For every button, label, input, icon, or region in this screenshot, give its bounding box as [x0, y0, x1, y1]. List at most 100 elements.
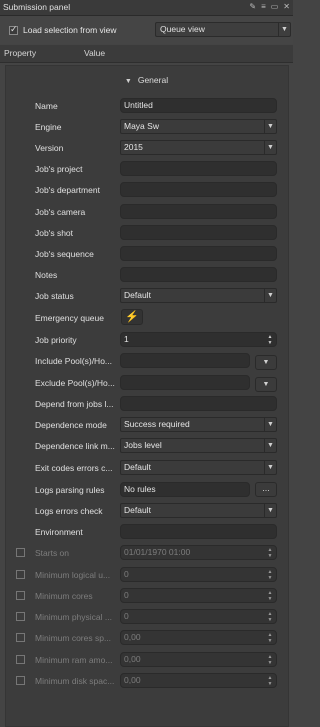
exit-codes-value: Default	[124, 462, 151, 472]
chevron-down-icon: ▼	[264, 439, 276, 452]
row-jobs-project: Job's project	[0, 160, 293, 178]
view-select[interactable]: Queue view ▼	[155, 22, 291, 37]
min-cores-speed-stepper[interactable]: 0,00 ▲ ▼	[120, 630, 277, 645]
min-cores-stepper[interactable]: 0 ▲ ▼	[120, 588, 277, 603]
panel-title: Submission panel	[3, 2, 71, 12]
exclude-pools-input[interactable]	[120, 375, 250, 390]
logs-parsing-label: Logs parsing rules	[35, 485, 105, 495]
row-dependence-mode: Dependence mode Success required ▼	[0, 416, 293, 434]
min-logical-label: Minimum logical u...	[35, 570, 111, 580]
chevron-down-icon: ▼	[264, 461, 276, 474]
spinner-arrows-icon[interactable]: ▲ ▼	[266, 632, 274, 644]
load-selection-label: Load selection from view	[23, 25, 117, 35]
jobs-department-input[interactable]	[120, 182, 277, 197]
depend-from-jobs-input[interactable]	[120, 396, 277, 411]
load-selection-checkbox[interactable]	[9, 24, 18, 35]
jobs-project-label: Job's project	[35, 164, 83, 174]
view-select-value: Queue view	[160, 24, 205, 34]
include-pools-input[interactable]	[120, 353, 250, 368]
logs-errors-select[interactable]: Default ▼	[120, 503, 277, 518]
include-pools-dropdown[interactable]: ▼	[255, 355, 277, 370]
version-value: 2015	[124, 142, 143, 152]
spinner-arrows-icon[interactable]: ▲ ▼	[266, 611, 274, 623]
window-icon[interactable]: ▭	[271, 2, 279, 11]
job-status-value: Default	[124, 290, 151, 300]
column-property[interactable]: Property	[4, 48, 36, 58]
job-priority-stepper[interactable]: 1 ▲ ▼	[120, 332, 277, 347]
min-physical-stepper[interactable]: 0 ▲ ▼	[120, 609, 277, 624]
dependence-link-select[interactable]: Jobs level ▼	[120, 438, 277, 453]
chevron-down-icon: ▼	[262, 359, 270, 366]
exclude-pools-label: Exclude Pool(s)/Ho...	[35, 378, 115, 388]
starts-on-value: 01/01/1970 01:00	[124, 547, 191, 557]
logs-parsing-browse-button[interactable]: ...	[255, 482, 277, 497]
min-cores-value: 0	[124, 590, 129, 600]
spinner-arrows-icon[interactable]: ▲ ▼	[266, 675, 274, 687]
min-ram-checkbox[interactable]	[16, 655, 25, 664]
min-logical-checkbox[interactable]	[16, 570, 25, 579]
dependence-mode-select[interactable]: Success required ▼	[120, 417, 277, 432]
min-physical-value: 0	[124, 611, 129, 621]
row-exit-codes: Exit codes errors c... Default ▼	[0, 459, 293, 477]
engine-value: Maya Sw	[124, 121, 159, 131]
version-select[interactable]: 2015 ▼	[120, 140, 277, 155]
starts-on-checkbox[interactable]	[16, 548, 25, 557]
jobs-project-input[interactable]	[120, 161, 277, 176]
jobs-sequence-input[interactable]	[120, 246, 277, 261]
exit-codes-select[interactable]: Default ▼	[120, 460, 277, 475]
dependence-link-label: Dependence link m...	[35, 441, 115, 451]
row-job-status: Job status Default ▼	[0, 287, 293, 305]
section-general[interactable]: ▼ General	[0, 75, 293, 85]
min-physical-checkbox[interactable]	[16, 612, 25, 621]
min-cores-speed-checkbox[interactable]	[16, 633, 25, 642]
row-engine: Engine Maya Sw ▼	[0, 118, 293, 136]
dependence-mode-label: Dependence mode	[35, 420, 107, 430]
close-icon[interactable]: ✕	[283, 2, 290, 11]
engine-label: Engine	[35, 122, 62, 132]
notes-input[interactable]	[120, 267, 277, 282]
name-input[interactable]: Untitled	[120, 98, 277, 113]
lightning-icon[interactable]: ⚡	[121, 309, 143, 325]
min-disk-checkbox[interactable]	[16, 676, 25, 685]
pin-icon[interactable]: ✎	[249, 2, 256, 11]
emergency-queue-label: Emergency queue	[35, 313, 104, 323]
spinner-arrows-icon[interactable]: ▲ ▼	[266, 569, 274, 581]
environment-input[interactable]	[120, 524, 277, 539]
version-label: Version	[35, 143, 64, 153]
min-disk-stepper[interactable]: 0,00 ▲ ▼	[120, 673, 277, 688]
engine-select[interactable]: Maya Sw ▼	[120, 119, 277, 134]
spinner-arrows-icon[interactable]: ▲ ▼	[266, 547, 274, 559]
spinner-arrows-icon[interactable]: ▲ ▼	[266, 590, 274, 602]
row-min-disk: Minimum disk spac... 0,00 ▲ ▼	[0, 672, 293, 690]
spinner-arrows-icon[interactable]: ▲ ▼	[266, 654, 274, 666]
row-include-pools: Include Pool(s)/Ho... ▼	[0, 352, 293, 370]
min-ram-label: Minimum ram amo...	[35, 655, 113, 665]
row-version: Version 2015 ▼	[0, 139, 293, 157]
starts-on-datetime[interactable]: 01/01/1970 01:00 ▲ ▼	[120, 545, 277, 560]
min-cores-checkbox[interactable]	[16, 591, 25, 600]
job-priority-value: 1	[124, 334, 129, 344]
row-depend-from-jobs: Depend from jobs l...	[0, 395, 293, 413]
chevron-down-icon: ▼	[278, 23, 290, 36]
job-status-select[interactable]: Default ▼	[120, 288, 277, 303]
row-min-cores: Minimum cores 0 ▲ ▼	[0, 587, 293, 605]
menu-icon[interactable]: ≡	[261, 2, 266, 11]
min-logical-stepper[interactable]: 0 ▲ ▼	[120, 567, 277, 582]
spinner-arrows-icon[interactable]: ▲ ▼	[266, 334, 274, 346]
job-status-label: Job status	[35, 291, 74, 301]
logs-parsing-input[interactable]: No rules	[120, 482, 250, 497]
dependence-mode-value: Success required	[124, 419, 190, 429]
row-notes: Notes	[0, 266, 293, 284]
column-value[interactable]: Value	[84, 48, 105, 58]
collapse-triangle-icon[interactable]: ▼	[125, 78, 132, 85]
row-exclude-pools: Exclude Pool(s)/Ho... ▼	[0, 374, 293, 392]
jobs-shot-input[interactable]	[120, 225, 277, 240]
name-label: Name	[35, 101, 58, 111]
section-title: General	[137, 75, 169, 85]
job-priority-label: Job priority	[35, 335, 77, 345]
exclude-pools-dropdown[interactable]: ▼	[255, 377, 277, 392]
starts-on-label: Starts on	[35, 548, 70, 558]
jobs-camera-input[interactable]	[120, 204, 277, 219]
environment-label: Environment	[35, 527, 83, 537]
min-ram-stepper[interactable]: 0,00 ▲ ▼	[120, 652, 277, 667]
